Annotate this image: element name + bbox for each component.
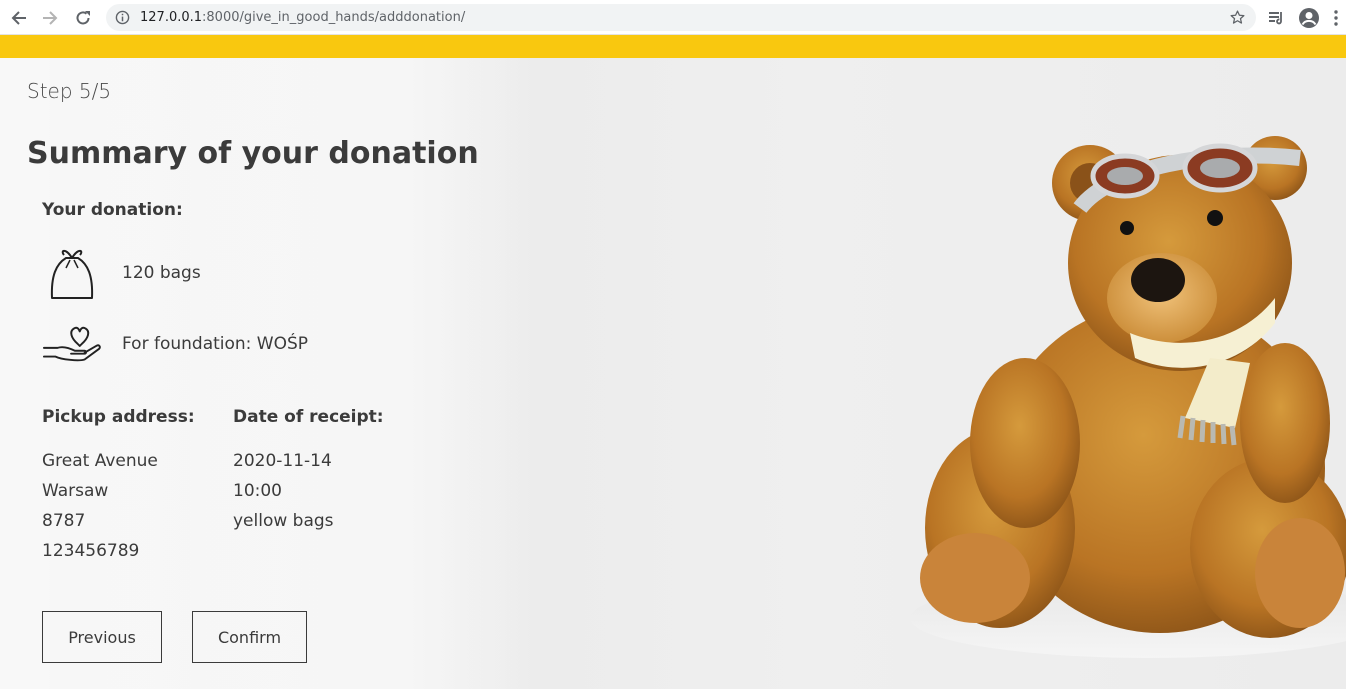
forward-button[interactable] bbox=[38, 6, 62, 30]
bookmark-star-icon[interactable] bbox=[1229, 9, 1246, 26]
pickup-time: 10:00 bbox=[233, 481, 282, 501]
step-indicator: Step 5/5 bbox=[27, 79, 112, 103]
back-button[interactable] bbox=[7, 6, 31, 30]
hand-heart-icon-box bbox=[42, 324, 102, 364]
foundation-text: For foundation: WOŚP bbox=[122, 334, 309, 354]
pickup-comment: yellow bags bbox=[233, 511, 334, 531]
foundation-summary-row: For foundation: WOŚP bbox=[42, 324, 308, 364]
bag-icon-box bbox=[42, 244, 102, 302]
url-text[interactable]: 127.0.0.1:8000/give_in_good_hands/adddon… bbox=[140, 10, 465, 25]
url-host: 127.0.0.1 bbox=[140, 10, 203, 25]
address-bar[interactable]: 127.0.0.1:8000/give_in_good_hands/adddon… bbox=[106, 4, 1256, 31]
confirm-button[interactable]: Confirm bbox=[192, 611, 307, 663]
top-accent-bar bbox=[0, 35, 1346, 58]
arrow-left-icon bbox=[11, 11, 26, 25]
info-icon[interactable] bbox=[115, 10, 130, 25]
pickup-date: 2020-11-14 bbox=[233, 451, 332, 471]
browser-menu-button[interactable] bbox=[1330, 7, 1342, 29]
hand-heart-icon bbox=[42, 326, 101, 362]
pickup-address-label: Pickup address: bbox=[42, 407, 195, 427]
playlist-icon bbox=[1269, 12, 1282, 25]
teddy-bear-illustration bbox=[910, 136, 1346, 658]
bags-summary-row: 120 bags bbox=[42, 244, 201, 302]
bag-icon bbox=[50, 249, 94, 299]
media-control-button[interactable] bbox=[1265, 7, 1287, 29]
reload-button[interactable] bbox=[71, 6, 95, 30]
bags-count-text: 120 bags bbox=[122, 263, 201, 283]
your-donation-label: Your donation: bbox=[42, 200, 183, 220]
reload-icon bbox=[76, 11, 90, 25]
previous-button[interactable]: Previous bbox=[42, 611, 162, 663]
pickup-city: Warsaw bbox=[42, 481, 109, 501]
profile-button[interactable] bbox=[1298, 7, 1320, 29]
date-of-receipt-label: Date of receipt: bbox=[233, 407, 384, 427]
pickup-phone: 123456789 bbox=[42, 541, 140, 561]
more-vert-icon bbox=[1334, 10, 1338, 26]
page-title: Summary of your donation bbox=[27, 136, 479, 171]
pickup-postcode: 8787 bbox=[42, 511, 86, 531]
summary-panel: Step 5/5 Summary of your donation Your d… bbox=[0, 58, 700, 689]
pickup-street: Great Avenue bbox=[42, 451, 158, 471]
browser-toolbar: 127.0.0.1:8000/give_in_good_hands/adddon… bbox=[0, 0, 1346, 35]
url-path: :8000/give_in_good_hands/adddonation/ bbox=[202, 10, 466, 25]
donation-summary-page: Step 5/5 Summary of your donation Your d… bbox=[0, 58, 1346, 689]
arrow-right-icon bbox=[43, 11, 58, 25]
date-of-receipt-list: 2020-11-14 10:00 yellow bags bbox=[233, 446, 334, 536]
pickup-address-list: Great Avenue Warsaw 8787 123456789 bbox=[42, 446, 158, 566]
account-circle-icon bbox=[1299, 8, 1319, 28]
